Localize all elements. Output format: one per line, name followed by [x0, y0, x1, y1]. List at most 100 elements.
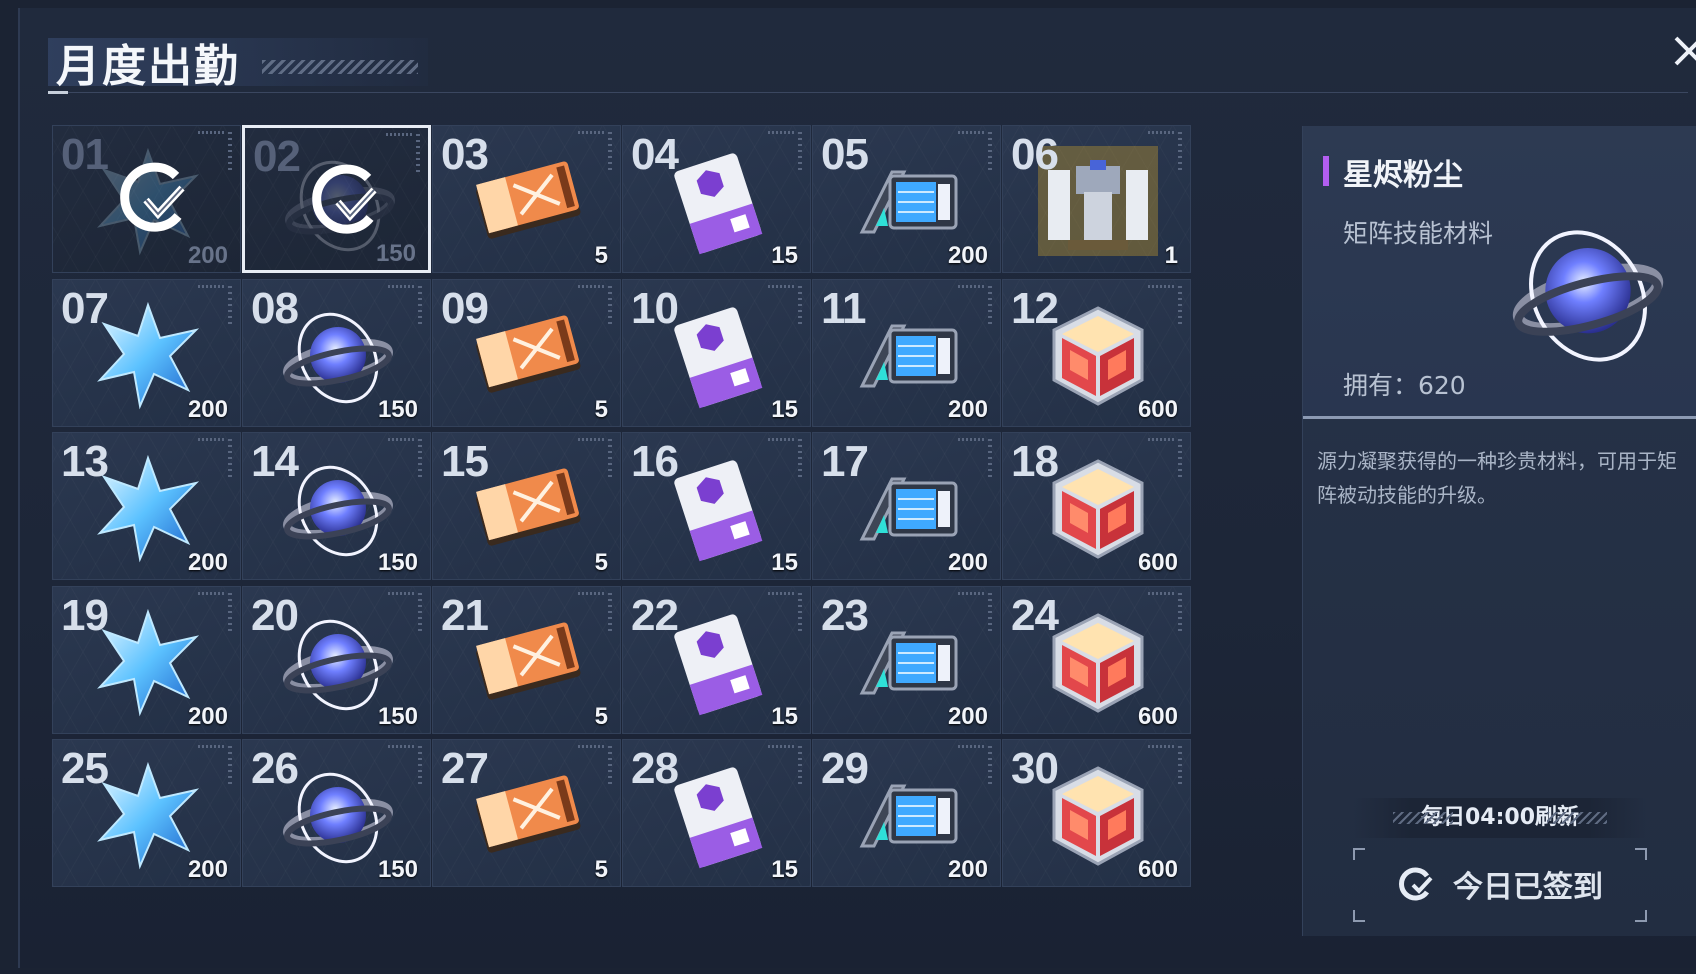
cell-decoration: [768, 745, 796, 748]
day-number: 17: [821, 437, 869, 486]
orb-icon: [1512, 230, 1664, 362]
title-divider-mark: [48, 91, 68, 94]
day-cell[interactable]: 06 1: [1002, 125, 1191, 273]
cell-decoration: [578, 131, 606, 134]
reward-quantity: 5: [594, 856, 608, 883]
corner-bracket: [1635, 910, 1647, 922]
cell-decoration: [608, 746, 612, 786]
day-cell[interactable]: 10 15: [622, 278, 811, 427]
reward-quantity: 5: [594, 395, 608, 423]
day-number: 26: [251, 744, 299, 793]
day-number: 05: [821, 130, 869, 179]
item-type: 矩阵技能材料: [1343, 219, 1494, 248]
cell-decoration: [798, 285, 802, 326]
day-cell[interactable]: 15 5: [432, 432, 621, 580]
cell-decoration: [418, 285, 422, 326]
day-number: 02: [253, 132, 301, 181]
cell-decoration: [608, 132, 612, 172]
cell-decoration: [768, 591, 796, 595]
title-decoration: [262, 60, 418, 74]
day-cell[interactable]: 17 200: [812, 432, 1001, 580]
day-number: 01: [61, 130, 109, 179]
cell-decoration: [1178, 592, 1182, 633]
cell-decoration: [1148, 438, 1176, 441]
day-number: 29: [821, 744, 869, 793]
cell-decoration: [958, 131, 986, 134]
day-number: 16: [631, 437, 679, 486]
reward-quantity: 200: [947, 702, 988, 730]
day-number: 25: [61, 744, 109, 793]
day-number: 24: [1011, 590, 1059, 640]
day-number: 08: [251, 283, 299, 333]
cell-decoration: [798, 592, 802, 633]
reward-quantity: 600: [1137, 395, 1178, 423]
reward-quantity: 600: [1137, 549, 1178, 576]
signed-in-label: 今日已签到: [1453, 870, 1603, 905]
day-cell[interactable]: 18 600: [1002, 432, 1191, 580]
cell-decoration: [1178, 132, 1182, 172]
cell-decoration: [958, 438, 986, 441]
day-cell[interactable]: 24 600: [1002, 585, 1191, 734]
cell-decoration: [198, 745, 226, 748]
day-cell[interactable]: 14 150: [242, 432, 431, 580]
day-cell[interactable]: 08 150: [242, 278, 431, 427]
reward-quantity: 150: [377, 549, 418, 576]
day-cell[interactable]: 16 15: [622, 432, 811, 580]
day-cell[interactable]: 22 15: [622, 585, 811, 734]
day-cell[interactable]: 03 5: [432, 125, 621, 273]
day-number: 09: [441, 283, 489, 333]
cell-decoration: [578, 284, 606, 288]
cell-decoration: [388, 591, 416, 595]
reward-quantity: 200: [187, 702, 228, 730]
cell-decoration: [388, 284, 416, 288]
data-box-icon: [848, 300, 968, 410]
cell-decoration: [388, 745, 416, 748]
day-cell[interactable]: 23 200: [812, 585, 1001, 734]
cell-decoration: [388, 438, 416, 441]
cell-decoration: [1148, 745, 1176, 748]
signed-in-button[interactable]: 今日已签到: [1353, 848, 1647, 922]
reward-quantity: 15: [771, 549, 798, 576]
reward-quantity: 5: [594, 702, 608, 730]
reward-quantity: 200: [947, 549, 988, 576]
day-number: 12: [1011, 283, 1059, 333]
close-icon: [1674, 36, 1696, 66]
day-cell[interactable]: 05 200: [812, 125, 1001, 273]
corner-bracket: [1353, 848, 1365, 860]
day-cell[interactable]: 12 600: [1002, 278, 1191, 427]
day-cell[interactable]: 01 200: [52, 125, 241, 273]
cell-decoration: [988, 746, 992, 786]
day-cell[interactable]: 27 5: [432, 739, 621, 887]
cell-decoration: [1178, 285, 1182, 326]
day-cell[interactable]: 26 150: [242, 739, 431, 887]
day-cell[interactable]: 04 15: [622, 125, 811, 273]
close-button[interactable]: [1668, 30, 1696, 70]
day-cell[interactable]: 07 200: [52, 278, 241, 427]
day-cell[interactable]: 20 150: [242, 585, 431, 734]
reward-quantity: 200: [947, 856, 988, 883]
cell-decoration: [608, 592, 612, 633]
reward-quantity: 15: [771, 702, 798, 730]
day-cell[interactable]: 21 5: [432, 585, 621, 734]
day-cell[interactable]: 28 15: [622, 739, 811, 887]
day-cell[interactable]: 29 200: [812, 739, 1001, 887]
day-cell[interactable]: 02 150: [242, 125, 431, 273]
reward-quantity: 200: [187, 856, 228, 883]
day-cell[interactable]: 09 5: [432, 278, 621, 427]
cell-decoration: [578, 745, 606, 748]
day-cell[interactable]: 11 200: [812, 278, 1001, 427]
cell-decoration: [228, 285, 232, 326]
reward-quantity: 600: [1137, 856, 1178, 883]
cell-decoration: [228, 132, 232, 172]
day-cell[interactable]: 25 200: [52, 739, 241, 887]
cell-decoration: [958, 284, 986, 288]
day-cell[interactable]: 19 200: [52, 585, 241, 734]
day-number: 14: [251, 437, 299, 486]
cell-decoration: [988, 285, 992, 326]
cell-decoration: [418, 746, 422, 786]
cell-decoration: [578, 591, 606, 595]
day-cell[interactable]: 13 200: [52, 432, 241, 580]
day-cell[interactable]: 30 600: [1002, 739, 1191, 887]
cell-decoration: [988, 132, 992, 172]
reward-quantity: 200: [187, 549, 228, 576]
